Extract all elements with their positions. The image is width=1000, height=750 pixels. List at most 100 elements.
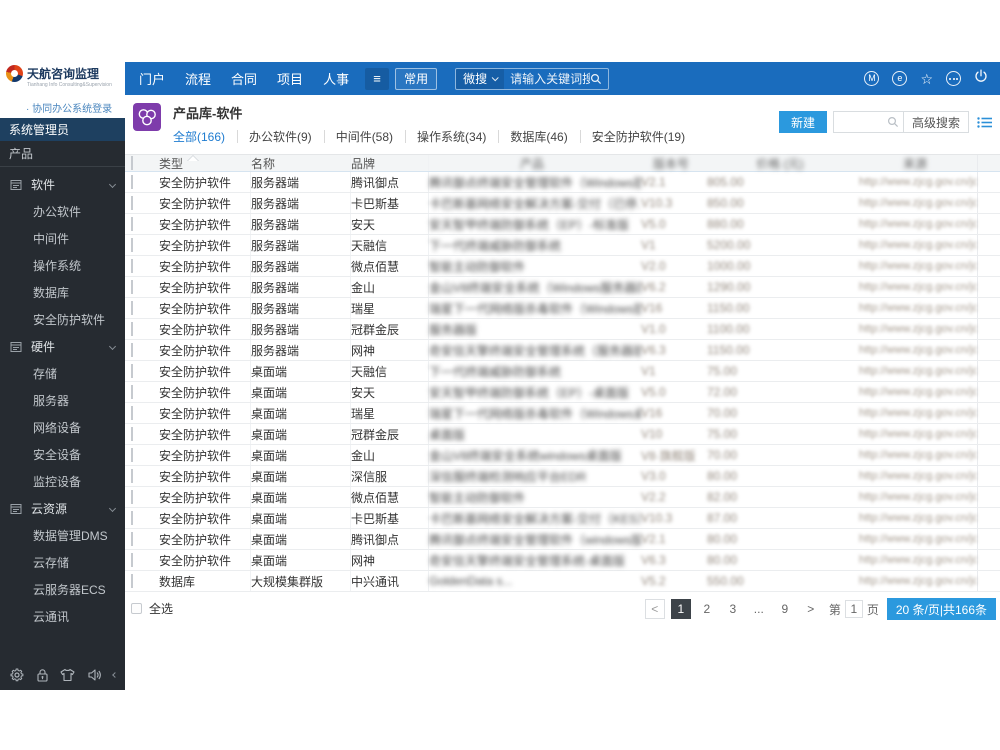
- category-tab[interactable]: 全部(166): [173, 128, 237, 145]
- category-tab[interactable]: 操作系统(34): [405, 128, 498, 145]
- row-checkbox[interactable]: [131, 406, 133, 420]
- table-row[interactable]: 安全防护软件 服务器端 微点佰慧 智能主动防御软件 V2.0 1000.00 h…: [125, 256, 1000, 277]
- page-number[interactable]: 3: [723, 599, 743, 619]
- category-tab[interactable]: 安全防护软件(19): [579, 128, 697, 145]
- col-version[interactable]: 版本号: [641, 155, 707, 172]
- advanced-search-button[interactable]: 高级搜索: [902, 111, 969, 133]
- theme-shirt-icon[interactable]: [60, 668, 75, 682]
- speaker-icon[interactable]: [87, 668, 102, 682]
- page-number[interactable]: 2: [697, 599, 717, 619]
- row-checkbox[interactable]: [131, 490, 133, 504]
- row-checkbox[interactable]: [131, 427, 133, 441]
- row-checkbox[interactable]: [131, 448, 133, 462]
- row-checkbox[interactable]: [131, 196, 133, 210]
- row-checkbox[interactable]: [131, 238, 133, 252]
- search-input[interactable]: 请输入关键词搜索: [504, 69, 590, 89]
- lock-icon[interactable]: [36, 668, 49, 682]
- table-search-input[interactable]: [832, 111, 903, 133]
- sidebar-group-header[interactable]: 硬件: [0, 333, 125, 360]
- table-row[interactable]: 安全防护软件 服务器端 天融信 下一代终端威胁防御系统 V1 5200.00 h…: [125, 235, 1000, 256]
- message-e-icon[interactable]: e: [892, 71, 908, 86]
- table-row[interactable]: 安全防护软件 桌面端 天融信 下一代终端威胁防御系统 V1 75.00 http…: [125, 361, 1000, 382]
- table-row[interactable]: 安全防护软件 服务器端 安天 安天智甲终端防御系统（EP）-标准版 V5.0 8…: [125, 214, 1000, 235]
- table-row[interactable]: 安全防护软件 桌面端 腾讯御点 腾讯御点终端安全管理软件（windows版） V…: [125, 529, 1000, 550]
- sidebar-item[interactable]: 办公软件: [0, 198, 125, 225]
- tab-changyong[interactable]: 常用: [395, 67, 438, 90]
- row-checkbox[interactable]: [131, 385, 133, 399]
- power-logout-icon[interactable]: [974, 69, 988, 88]
- sidebar-item[interactable]: 监控设备: [0, 468, 125, 495]
- page-number[interactable]: ...: [749, 599, 769, 619]
- row-checkbox[interactable]: [131, 532, 133, 546]
- col-type[interactable]: 类型: [149, 155, 251, 171]
- col-name[interactable]: 名称: [251, 155, 351, 171]
- header-checkbox[interactable]: [131, 156, 133, 170]
- hamburger-menu-icon[interactable]: ≡: [365, 67, 390, 90]
- select-all-checkbox[interactable]: [131, 603, 142, 614]
- table-row[interactable]: 安全防护软件 服务器端 瑞星 瑞星下一代网络版杀毒软件（Windows版） V1…: [125, 298, 1000, 319]
- sidebar-item[interactable]: 安全防护软件: [0, 306, 125, 333]
- next-page-button[interactable]: >: [801, 599, 821, 619]
- sidebar-group-header[interactable]: 软件: [0, 171, 125, 198]
- row-checkbox[interactable]: [131, 469, 133, 483]
- category-tab[interactable]: 数据库(46): [498, 128, 579, 145]
- row-checkbox[interactable]: [131, 574, 133, 588]
- sidebar-item[interactable]: 数据库: [0, 279, 125, 306]
- page-jump-input[interactable]: 1: [844, 600, 863, 618]
- category-tab[interactable]: 中间件(58): [323, 128, 405, 145]
- table-row[interactable]: 安全防护软件 桌面端 卡巴斯基 卡巴斯基网络安全解决方案-交付（KES）... …: [125, 508, 1000, 529]
- sidebar-item[interactable]: 存储: [0, 360, 125, 387]
- table-row[interactable]: 安全防护软件 服务器端 卡巴斯基 卡巴斯基网络安全解决方案-交付（已停... V…: [125, 193, 1000, 214]
- table-row[interactable]: 安全防护软件 桌面端 瑞星 瑞星下一代网络版杀毒软件（Windows桌面） V1…: [125, 403, 1000, 424]
- page-number[interactable]: 9: [775, 599, 795, 619]
- favorites-star-icon[interactable]: ☆: [920, 72, 933, 86]
- row-checkbox[interactable]: [131, 280, 133, 294]
- sidebar-section-product[interactable]: 产品: [0, 141, 125, 167]
- top-nav-item[interactable]: 项目: [277, 69, 303, 88]
- col-brand[interactable]: 品牌: [351, 155, 429, 171]
- top-nav-item[interactable]: 门户: [139, 69, 165, 88]
- table-row[interactable]: 数据库 大规模集群版 中兴通讯 GoldenData s... V5.2 550…: [125, 571, 1000, 592]
- search-scope-dropdown[interactable]: 微搜: [456, 68, 505, 89]
- sidebar-item[interactable]: 安全设备: [0, 441, 125, 468]
- collapse-sidebar-icon[interactable]: [112, 672, 118, 678]
- table-row[interactable]: 安全防护软件 桌面端 冠群金辰 桌面版 V10 75.00 http://www…: [125, 424, 1000, 445]
- prev-page-button[interactable]: <: [644, 599, 665, 619]
- table-row[interactable]: 安全防护软件 服务器端 腾讯御点 腾讯御点终端安全管理软件（Windows版） …: [125, 172, 1000, 193]
- create-new-button[interactable]: 新建: [778, 111, 827, 133]
- table-row[interactable]: 安全防护软件 桌面端 安天 安天智甲终端防御系统（EP）-桌面版 V5.0 72…: [125, 382, 1000, 403]
- row-checkbox[interactable]: [131, 175, 133, 189]
- more-options-icon[interactable]: [946, 71, 961, 86]
- sidebar-item[interactable]: 操作系统: [0, 252, 125, 279]
- sidebar-item[interactable]: 数据管理DMS: [0, 522, 125, 549]
- page-number[interactable]: 1: [670, 599, 691, 619]
- sidebar-item[interactable]: 云服务器ECS: [0, 576, 125, 603]
- sidebar-item[interactable]: 中间件: [0, 225, 125, 252]
- sidebar-item[interactable]: 网络设备: [0, 414, 125, 441]
- category-tab[interactable]: 办公软件(9): [237, 128, 324, 145]
- top-nav-item[interactable]: 合同: [231, 69, 257, 88]
- table-row[interactable]: 安全防护软件 桌面端 网神 奇安信天擎终端安全管理系统-桌面版 V6.3 80.…: [125, 550, 1000, 571]
- page-size-selector[interactable]: 20 条/页|共166条: [886, 598, 996, 620]
- col-product[interactable]: 产品: [429, 155, 641, 172]
- col-source[interactable]: 来源: [859, 155, 977, 172]
- table-row[interactable]: 安全防护软件 服务器端 冠群金辰 服务器版 V1.0 1100.00 http:…: [125, 319, 1000, 340]
- row-checkbox[interactable]: [131, 322, 133, 336]
- row-checkbox[interactable]: [131, 553, 133, 567]
- table-row[interactable]: 安全防护软件 桌面端 深信服 深信服终端检测响应平台EDR V3.0 80.00…: [125, 466, 1000, 487]
- row-checkbox[interactable]: [131, 217, 133, 231]
- sidebar-group-header[interactable]: 云资源: [0, 495, 125, 522]
- top-nav-item[interactable]: 流程: [185, 69, 211, 88]
- col-price[interactable]: 价格 (元): [707, 155, 859, 172]
- table-row[interactable]: 安全防护软件 桌面端 金山 金山V8终端安全系统windows桌面版 V8·旗舰…: [125, 445, 1000, 466]
- top-nav-item[interactable]: 人事: [323, 69, 349, 88]
- table-row[interactable]: 安全防护软件 服务器端 网神 奇安信天擎终端安全管理系统（服务器版） V6.3 …: [125, 340, 1000, 361]
- sidebar-item[interactable]: 云存储: [0, 549, 125, 576]
- sidebar-item[interactable]: 云通讯: [0, 603, 125, 630]
- row-checkbox[interactable]: [131, 259, 133, 273]
- sidebar-item[interactable]: 服务器: [0, 387, 125, 414]
- row-checkbox[interactable]: [131, 301, 133, 315]
- list-view-icon[interactable]: [977, 116, 992, 129]
- row-checkbox[interactable]: [131, 364, 133, 378]
- table-row[interactable]: 安全防护软件 桌面端 微点佰慧 智能主动防御软件 V2.2 82.00 http…: [125, 487, 1000, 508]
